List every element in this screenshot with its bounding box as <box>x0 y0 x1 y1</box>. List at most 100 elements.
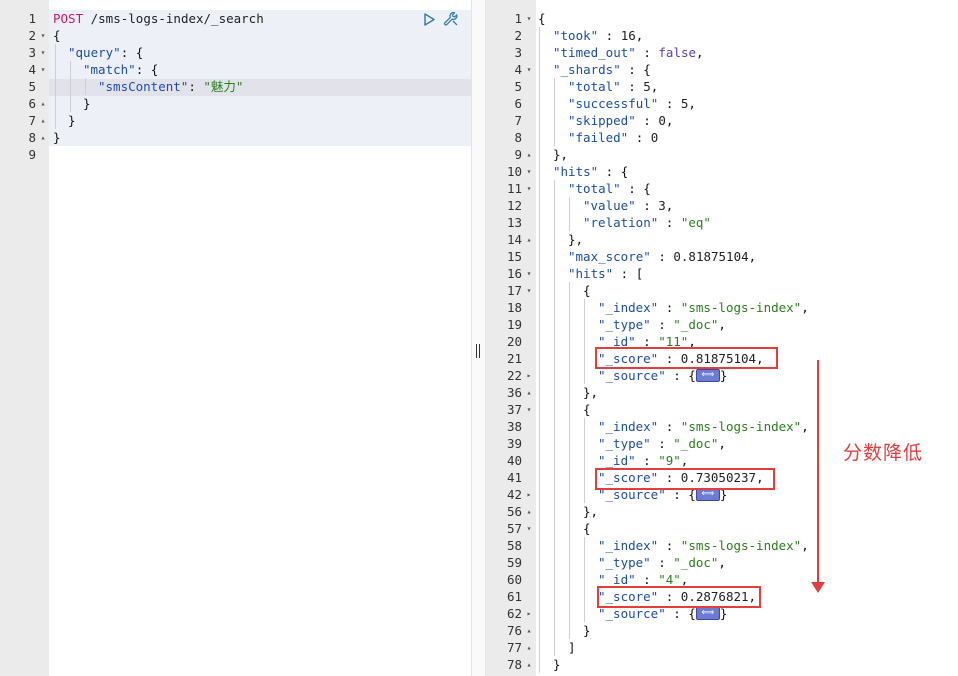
line-number: 11 <box>506 181 522 196</box>
fold-toggle-icon[interactable]: ▴ <box>524 146 534 163</box>
code-line[interactable]: 59 "_type" : "_doc", <box>486 554 958 571</box>
fold-toggle-icon[interactable]: ▴ <box>524 639 534 656</box>
code-line[interactable]: 4 ▾ "_shards" : { <box>486 61 958 78</box>
code-line[interactable]: 56 ▴}, <box>486 503 958 520</box>
fold-toggle-icon[interactable]: ▾ <box>524 401 534 418</box>
fold-toggle-icon[interactable]: ▸ <box>524 605 534 622</box>
fold-toggle-icon[interactable]: ▴ <box>524 384 534 401</box>
code-token: : { <box>120 45 144 60</box>
code-token: , <box>665 113 674 128</box>
code-line[interactable]: 38 "_index" : "sms-logs-index", <box>486 418 958 435</box>
line-number: 16 <box>506 266 522 281</box>
code-line[interactable]: 6 "successful" : 5, <box>486 95 958 112</box>
code-token: 0 <box>658 113 666 128</box>
code-token: } <box>583 623 591 638</box>
play-icon[interactable] <box>421 11 437 27</box>
code-line[interactable]: 10 ▾ "hits" : { <box>486 163 958 180</box>
fold-toggle-icon[interactable]: ▾ <box>38 61 48 78</box>
code-token: "_shards" <box>553 62 621 77</box>
code-line[interactable]: 3 "timed_out" : false, <box>486 44 958 61</box>
code-line[interactable]: 7 ▴} <box>0 112 471 129</box>
code-line[interactable]: 17 ▾ { <box>486 282 958 299</box>
code-line[interactable]: 77 ▴] <box>486 639 958 656</box>
code-line[interactable]: 37 ▾ { <box>486 401 958 418</box>
indent-guide <box>554 435 555 452</box>
indent-guide <box>554 571 555 588</box>
fold-toggle-icon[interactable]: ▴ <box>38 129 48 146</box>
code-text: "_shards" : { <box>538 61 651 78</box>
code-line[interactable]: 12 "value" : 3, <box>486 197 958 214</box>
code-line[interactable]: 36 ▴}, <box>486 384 958 401</box>
fold-toggle-icon[interactable]: ▴ <box>38 95 48 112</box>
code-line[interactable]: 9 ▴}, <box>486 146 958 163</box>
response-viewer[interactable]: 1 ▾{2 "took" : 16, 3 "timed_out" : false, 4 ▾ "… <box>486 0 958 676</box>
line-number: 9 <box>28 147 36 162</box>
indent-guide <box>584 486 585 503</box>
code-token: "relation" <box>583 215 659 230</box>
code-line[interactable]: 11 ▾ "total" : { <box>486 180 958 197</box>
request-editor[interactable]: 1 POST /sms-logs-index/_search 2 ▾{3 ▾ "query… <box>0 0 471 676</box>
line-number: 78 <box>506 657 522 672</box>
pane-resize-handle[interactable] <box>475 344 481 358</box>
fold-toggle-icon[interactable]: ▾ <box>524 163 534 180</box>
fold-toggle-icon[interactable]: ▸ <box>524 367 534 384</box>
collapsed-object-icon[interactable]: ⟺ <box>695 607 720 620</box>
indent-guide <box>569 418 570 435</box>
code-line[interactable]: 15 "max_score" : 0.81875104, <box>486 248 958 265</box>
fold-toggle-icon[interactable]: ▴ <box>38 112 48 129</box>
fold-toggle-icon[interactable]: ▴ <box>524 503 534 520</box>
code-line[interactable]: 22 ▸ "_source" : {⟺} <box>486 367 958 384</box>
code-text: "successful" : 5, <box>538 95 696 112</box>
code-line[interactable]: 78 ▴} <box>486 656 958 673</box>
code-token: : <box>658 419 681 434</box>
code-token: : <box>635 572 659 587</box>
indent-guide <box>569 401 570 418</box>
code-line[interactable]: 13 "relation" : "eq" <box>486 214 958 231</box>
code-text: "took" : 16, <box>538 27 643 44</box>
code-token: "9" <box>658 453 681 468</box>
code-line[interactable]: 8 ▴} <box>0 129 471 146</box>
code-line[interactable]: 76 ▴} <box>486 622 958 639</box>
code-line[interactable]: 3 ▾ "query": { <box>0 44 471 61</box>
code-line[interactable]: 8 "failed" : 0 <box>486 129 958 146</box>
indent-guide <box>539 27 540 44</box>
code-text: "_type" : "_doc", <box>538 316 726 333</box>
indent-guide <box>554 418 555 435</box>
code-line[interactable]: 2 "took" : 16, <box>486 27 958 44</box>
fold-toggle-icon[interactable]: ▾ <box>524 180 534 197</box>
code-line[interactable]: 7 "skipped" : 0, <box>486 112 958 129</box>
code-line[interactable]: 14 ▴}, <box>486 231 958 248</box>
code-line[interactable]: 9 <box>0 146 471 163</box>
code-line[interactable]: 58 "_index" : "sms-logs-index", <box>486 537 958 554</box>
fold-toggle-icon[interactable]: ▾ <box>524 265 534 282</box>
fold-toggle-icon[interactable]: ▾ <box>524 10 534 27</box>
fold-toggle-icon[interactable]: ▴ <box>524 656 534 673</box>
fold-toggle-icon[interactable]: ▴ <box>524 231 534 248</box>
code-text: POST /sms-logs-index/_search <box>53 10 264 27</box>
code-line[interactable]: 16 ▾ "hits" : [ <box>486 265 958 282</box>
fold-toggle-icon[interactable]: ▾ <box>38 27 48 44</box>
pane-divider <box>471 0 486 676</box>
code-line[interactable]: 18 "_index" : "sms-logs-index", <box>486 299 958 316</box>
indent-guide <box>554 639 555 656</box>
line-number: 15 <box>506 249 522 264</box>
indent-guide <box>539 333 540 350</box>
fold-toggle-icon[interactable]: ▸ <box>524 486 534 503</box>
code-line[interactable]: 1 ▾ { <box>486 10 958 27</box>
code-token: { <box>583 402 591 417</box>
code-line[interactable]: 1 POST /sms-logs-index/_search <box>0 10 471 27</box>
fold-toggle-icon[interactable]: ▾ <box>524 520 534 537</box>
code-line[interactable]: 57 ▾ { <box>486 520 958 537</box>
fold-toggle-icon[interactable]: ▴ <box>524 622 534 639</box>
code-line[interactable]: 19 "_type" : "_doc", <box>486 316 958 333</box>
code-line[interactable]: 5 "total" : 5, <box>486 78 958 95</box>
fold-toggle-icon[interactable]: ▾ <box>38 44 48 61</box>
collapsed-object-icon[interactable]: ⟺ <box>695 369 720 382</box>
code-token: : <box>658 215 681 230</box>
fold-toggle-icon[interactable]: ▾ <box>524 282 534 299</box>
code-text: { <box>538 520 591 537</box>
fold-toggle-icon[interactable]: ▾ <box>524 61 534 78</box>
code-line[interactable]: 2 ▾ { <box>0 27 471 44</box>
wrench-icon[interactable] <box>443 11 459 27</box>
indent-guide <box>569 486 570 503</box>
